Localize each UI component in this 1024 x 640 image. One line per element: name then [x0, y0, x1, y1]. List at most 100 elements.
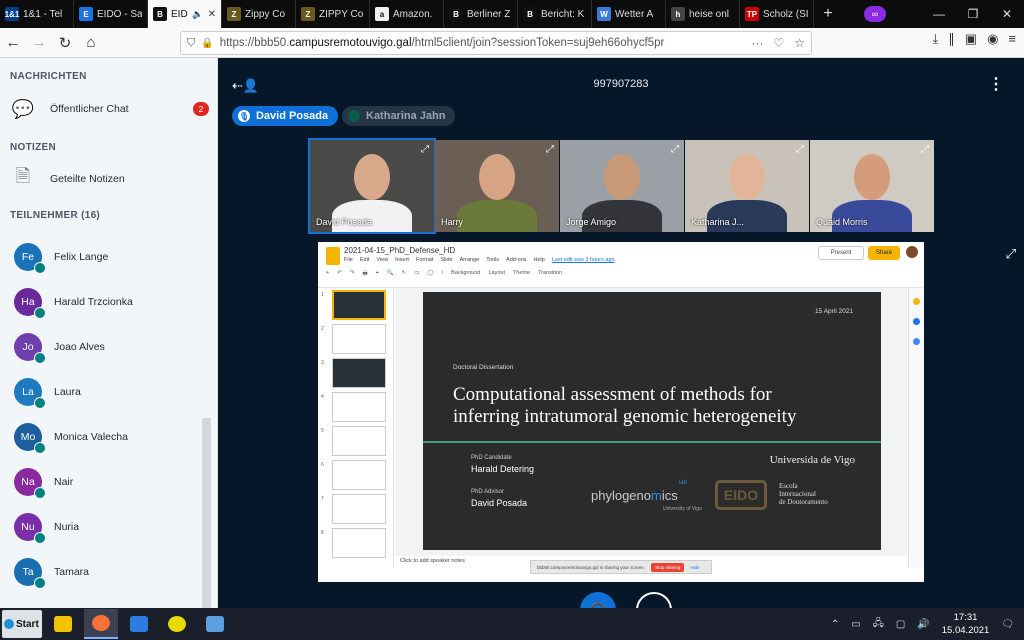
toolbar-tool-icon[interactable]: ↖ [402, 270, 407, 279]
account-icon[interactable]: ◉ [987, 31, 998, 47]
browser-tab[interactable]: W Wetter A [592, 0, 666, 28]
slide-thumbnail[interactable] [332, 324, 386, 354]
private-mask-icon[interactable]: ∞ [864, 6, 886, 22]
webcam-tile[interactable]: Jorge Amigo ⤢ [560, 140, 684, 232]
participant-item[interactable]: Ha Harald Trzcionka [14, 285, 204, 319]
present-button[interactable]: Present [818, 246, 864, 260]
sidebar-toggle-icon[interactable]: ▣ [965, 31, 977, 47]
downloads-icon[interactable]: ⤓ [933, 31, 939, 47]
start-button[interactable]: Start [2, 610, 42, 638]
slides-menu-item[interactable]: Add-ons [506, 257, 527, 263]
shared-notes-item[interactable]: 🗎 Geteilte Notizen [10, 162, 215, 196]
webcam-tile[interactable]: Harry ⤢ [435, 140, 559, 232]
new-tab-button[interactable]: + [814, 0, 842, 28]
library-icon[interactable]: ∥ [948, 31, 955, 47]
browser-tab[interactable]: Z ZIPPY Co [296, 0, 370, 28]
clock[interactable]: 17:31 15.04.2021 [942, 611, 990, 637]
back-icon[interactable]: ← [0, 30, 26, 56]
webcam-tile[interactable]: David Posada ⤢ [308, 138, 436, 234]
toolbar-button[interactable]: Background [451, 270, 480, 279]
pocket-icon[interactable]: ♡ [773, 36, 784, 50]
slide-thumbnail[interactable] [332, 426, 386, 456]
home-icon[interactable]: ⌂ [78, 30, 104, 56]
bookmark-star-icon[interactable]: ☆ [794, 36, 805, 50]
options-menu-icon[interactable]: ⋮ [988, 74, 1004, 94]
hamburger-menu-icon[interactable]: ≡ [1008, 31, 1016, 47]
participant-item[interactable]: Na Nair [14, 465, 204, 499]
slide-thumbnail[interactable] [332, 528, 386, 558]
participant-item[interactable]: Ta Tamara [14, 555, 204, 589]
hide-notice-button[interactable]: Hide [690, 565, 699, 570]
tracking-shield-icon[interactable]: ⛉ [187, 37, 195, 50]
page-actions-icon[interactable]: ··· [751, 36, 763, 50]
participant-item[interactable]: La Laura [14, 375, 204, 409]
browser-tab[interactable]: B Berliner Z [444, 0, 518, 28]
talking-indicator-1[interactable]: 🎙 David Posada [232, 106, 339, 126]
tray-chevron-icon[interactable]: ⌃ [831, 619, 839, 630]
public-chat-item[interactable]: 💬 Öffentlicher Chat 2 [10, 92, 215, 126]
notifications-icon[interactable]: 🗨 [1001, 619, 1014, 630]
toolbar-tool-icon[interactable]: ▭ [414, 270, 419, 279]
slide-thumbnail[interactable] [332, 392, 386, 422]
last-edit-link[interactable]: Last edit was 3 hours ago [552, 257, 615, 263]
slides-menu-item[interactable]: Edit [360, 257, 369, 263]
slide-thumbnail[interactable] [332, 460, 386, 490]
participant-scrollbar[interactable] [202, 418, 211, 608]
toolbar-tool-icon[interactable]: 🔍 [387, 270, 394, 279]
calendar-app-icon[interactable] [122, 609, 156, 639]
toolbar-tool-icon[interactable]: \ [442, 270, 444, 279]
fullscreen-icon[interactable]: ⤢ [671, 144, 679, 155]
toolbar-tool-icon[interactable]: ⌖ [376, 270, 379, 279]
minimize-button[interactable]: — [922, 7, 956, 21]
slide-thumbnail[interactable] [332, 358, 386, 388]
browser-tab[interactable]: a Amazon. [370, 0, 444, 28]
browser-tab[interactable]: h heise onl [666, 0, 740, 28]
browser-tab[interactable]: TP Scholz (SI [740, 0, 814, 28]
webcam-user-name[interactable]: David Posada [316, 217, 372, 227]
tab-close-icon[interactable]: ✕ [208, 9, 216, 20]
browser-tab[interactable]: B EIDO 🔈 ✕ [148, 0, 222, 28]
tray-battery-icon[interactable]: ▭ [851, 619, 860, 630]
image-viewer-icon[interactable] [198, 609, 232, 639]
keep-icon[interactable] [913, 298, 920, 305]
participant-item[interactable]: Jo Joao Alves [14, 330, 204, 364]
firefox-icon[interactable] [84, 609, 118, 639]
toolbar-tool-icon[interactable]: 🖶 [362, 270, 367, 279]
norton-icon[interactable] [160, 609, 194, 639]
slides-menu-item[interactable]: Help [534, 257, 545, 263]
browser-tab[interactable]: B Bericht: K [518, 0, 592, 28]
presentation-fullscreen-icon[interactable]: ⤢ [1006, 246, 1016, 262]
maximize-button[interactable]: ❐ [956, 7, 990, 21]
account-avatar[interactable] [906, 246, 918, 258]
slides-menu-item[interactable]: Insert [395, 257, 409, 263]
talking-indicator-2[interactable]: Katharina Jahn [342, 106, 456, 126]
file-explorer-icon[interactable] [46, 609, 80, 639]
slides-menu-item[interactable]: Format [416, 257, 433, 263]
fullscreen-icon[interactable]: ⤢ [921, 144, 929, 155]
toolbar-tool-icon[interactable]: + [326, 270, 329, 279]
tab-audio-icon[interactable]: 🔈 [192, 9, 203, 20]
doc-title[interactable]: 2021-04-15_PhD_Defense_HD [344, 246, 455, 255]
webcam-tile[interactable]: Katharina J... ⤢ [685, 140, 809, 232]
participant-item[interactable]: Nu Nuria [14, 510, 204, 544]
toolbar-button[interactable]: Transition [538, 270, 562, 279]
browser-tab[interactable]: 1&1 1&1 - Tel [0, 0, 74, 28]
toolbar-tool-icon[interactable]: ↷ [350, 270, 355, 279]
stop-sharing-button[interactable]: Stop sharing [651, 562, 685, 572]
webcam-user-name[interactable]: Katharina J... [691, 217, 744, 227]
slides-menu-item[interactable]: Tools [486, 257, 499, 263]
browser-tab[interactable]: Z Zippy Co [222, 0, 296, 28]
slides-menu-item[interactable]: View [376, 257, 388, 263]
browser-tab[interactable]: E EIDO - Sa [74, 0, 148, 28]
lock-icon[interactable]: 🔒 [201, 38, 213, 49]
toolbar-button[interactable]: Theme [513, 270, 530, 279]
toolbar-button[interactable]: Layout [488, 270, 505, 279]
tray-volume-icon[interactable]: 🔊 [917, 619, 929, 630]
webcam-tile[interactable]: Quaid Morris ⤢ [810, 140, 934, 232]
toolbar-tool-icon[interactable]: ◯ [427, 270, 433, 279]
url-bar[interactable]: ⛉ 🔒 https://bbb50. campusremotouvigo.gal /… [180, 31, 812, 55]
share-button[interactable]: Share [868, 246, 900, 260]
tasks-icon[interactable] [913, 318, 920, 325]
slides-menu-item[interactable]: File [344, 257, 353, 263]
toolbar-tool-icon[interactable]: ↶ [337, 270, 342, 279]
